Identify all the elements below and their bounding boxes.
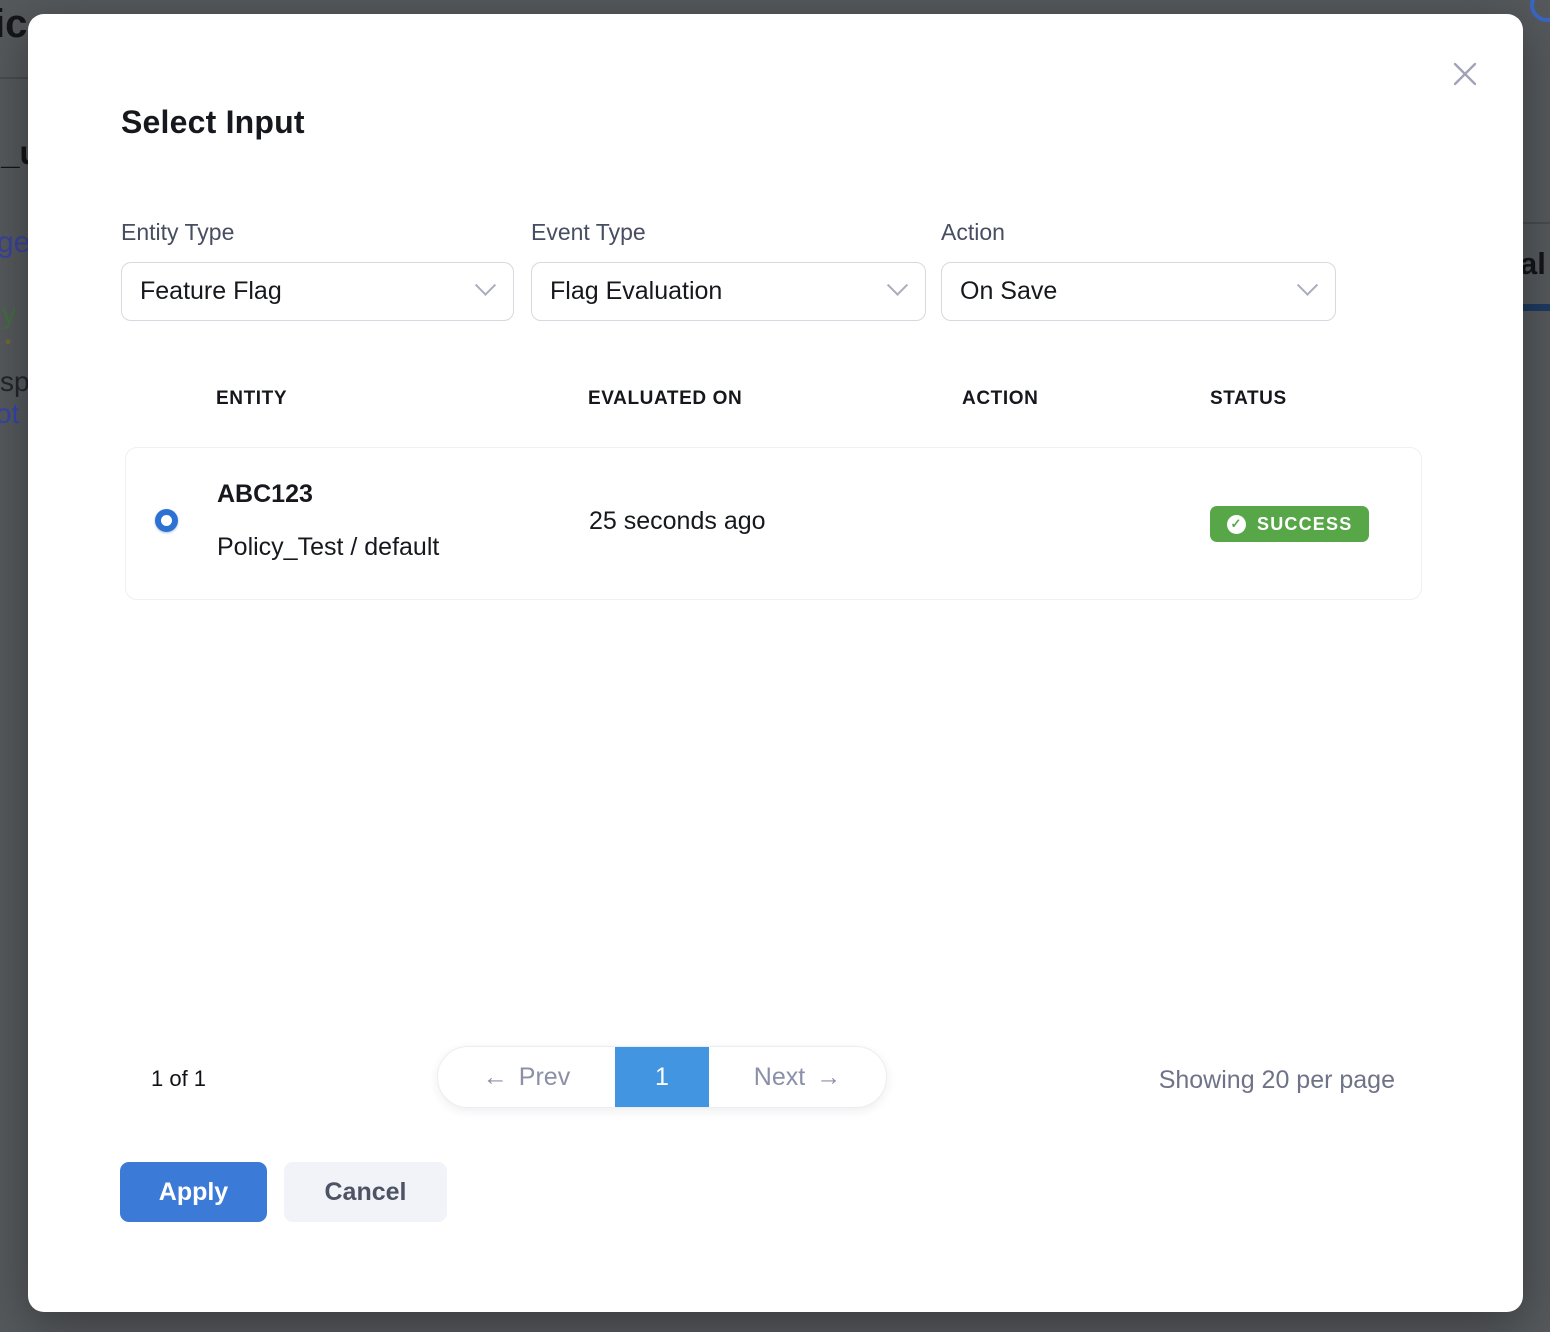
- table-row[interactable]: ABC123 Policy_Test / default 25 seconds …: [125, 447, 1422, 600]
- event-type-select[interactable]: Flag Evaluation: [531, 262, 926, 321]
- background-tab-fragment: al: [1520, 246, 1546, 282]
- entity-type-filter: Entity Type Feature Flag: [121, 219, 514, 321]
- check-circle-icon: ✓: [1227, 515, 1246, 534]
- prev-label: Prev: [519, 1063, 570, 1092]
- background-text-fragment: ot: [0, 398, 19, 430]
- background-text-fragment: .: [4, 318, 12, 352]
- action-filter: Action On Save: [941, 219, 1336, 321]
- row-radio-selected[interactable]: [155, 509, 178, 532]
- action-select[interactable]: On Save: [941, 262, 1336, 321]
- entity-type-value: Feature Flag: [140, 277, 282, 306]
- action-value: On Save: [960, 277, 1057, 306]
- apply-button[interactable]: Apply: [120, 1162, 267, 1222]
- entity-name: ABC123: [217, 480, 313, 509]
- next-label: Next: [754, 1063, 805, 1092]
- background-text-fragment: ge: [0, 226, 30, 260]
- chevron-down-icon: [887, 275, 908, 296]
- cancel-button[interactable]: Cancel: [284, 1162, 447, 1222]
- background-divider: [1523, 222, 1550, 224]
- arrow-left-icon: ←: [483, 1063, 508, 1092]
- background-circle-icon: [1530, 0, 1550, 22]
- close-icon[interactable]: [1449, 58, 1481, 90]
- column-header-evaluated-on: EVALUATED ON: [588, 388, 742, 410]
- background-text-fragment: sp: [0, 366, 30, 398]
- status-badge-label: SUCCESS: [1257, 514, 1352, 535]
- next-page-button[interactable]: Next →: [709, 1047, 886, 1107]
- dialog-title: Select Input: [121, 104, 305, 141]
- background-heading-fragment: ic: [0, 2, 27, 47]
- entity-type-label: Entity Type: [121, 219, 514, 246]
- select-input-dialog: Select Input Entity Type Feature Flag Ev…: [28, 14, 1523, 1312]
- arrow-right-icon: →: [816, 1063, 841, 1092]
- prev-page-button[interactable]: ← Prev: [438, 1047, 615, 1107]
- column-header-status: STATUS: [1210, 388, 1287, 410]
- per-page-info: Showing 20 per page: [1159, 1066, 1395, 1095]
- chevron-down-icon: [1297, 275, 1318, 296]
- background-active-tab-underline: [1522, 304, 1550, 311]
- event-type-value: Flag Evaluation: [550, 277, 722, 306]
- event-type-label: Event Type: [531, 219, 926, 246]
- event-type-filter: Event Type Flag Evaluation: [531, 219, 926, 321]
- background-divider: [0, 77, 29, 79]
- chevron-down-icon: [475, 275, 496, 296]
- page-summary: 1 of 1: [151, 1066, 206, 1092]
- status-badge: ✓ SUCCESS: [1210, 506, 1369, 542]
- column-header-action: ACTION: [962, 388, 1038, 410]
- current-page-button[interactable]: 1: [615, 1047, 709, 1107]
- entity-type-select[interactable]: Feature Flag: [121, 262, 514, 321]
- evaluated-on-value: 25 seconds ago: [589, 507, 766, 536]
- action-label: Action: [941, 219, 1336, 246]
- entity-subtitle: Policy_Test / default: [217, 533, 439, 562]
- column-header-entity: ENTITY: [216, 388, 287, 410]
- pagination-control: ← Prev 1 Next →: [437, 1046, 887, 1108]
